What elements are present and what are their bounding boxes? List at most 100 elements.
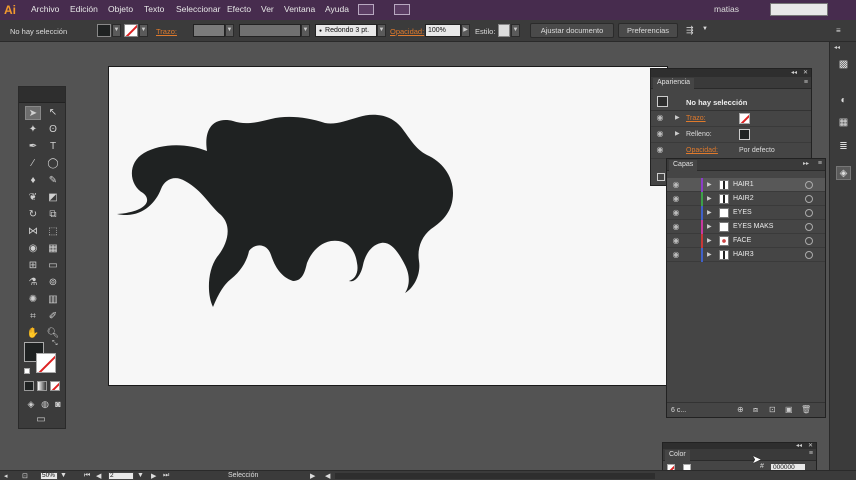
status-left-icon[interactable]: ◂ — [4, 472, 8, 480]
visibility-eye-icon[interactable]: ◉ — [671, 195, 681, 203]
prev-artboard-icon[interactable]: ◀ — [96, 472, 101, 480]
draw-inside-icon[interactable]: ◙ — [50, 397, 66, 411]
selection-tool-icon[interactable]: ➤ — [25, 106, 41, 120]
opacity-arrow[interactable]: ▶ — [461, 24, 470, 37]
ellipse-tool-icon[interactable]: ◯ — [45, 157, 61, 171]
zoom-field[interactable]: 50% — [40, 472, 58, 480]
visibility-eye-icon[interactable]: ◉ — [671, 237, 681, 245]
expand-triangle-icon[interactable]: ▶ — [707, 251, 712, 258]
layers-dock-icon[interactable]: ◈ — [836, 166, 851, 180]
transparency-icon[interactable]: ◐ — [836, 94, 851, 108]
artboard-tool-icon[interactable]: ⌗ — [25, 310, 41, 324]
artboard-nav-icon[interactable]: ⊡ — [22, 472, 28, 480]
slice-tool-icon[interactable]: ✐ — [45, 310, 61, 324]
graphic-style-swatch[interactable] — [498, 24, 510, 37]
expand-triangle-icon[interactable]: ▶ — [707, 237, 712, 244]
visibility-eye-icon[interactable]: ◉ — [655, 146, 665, 154]
bridge-icon[interactable] — [358, 4, 374, 15]
search-input[interactable] — [770, 3, 828, 16]
layer-row[interactable]: ◉ ▶ HAIR1 — [667, 178, 825, 192]
gradient-mode-icon[interactable] — [37, 381, 47, 391]
stroke-color-swatch[interactable] — [124, 24, 138, 37]
hand-tool-icon[interactable]: ✋ — [25, 327, 41, 341]
first-artboard-icon[interactable]: ⏮ — [84, 472, 90, 480]
swatches-icon[interactable]: ▦ — [836, 116, 851, 130]
stroke-dropdown-arrow[interactable]: ▼ — [139, 24, 148, 37]
lasso-tool-icon[interactable]: ʘ — [45, 123, 61, 137]
eyedropper-tool-icon[interactable]: ⚗ — [25, 276, 41, 290]
next-artboard-icon[interactable]: ▶ — [151, 472, 156, 480]
profile-arrow[interactable]: ▼ — [301, 24, 310, 37]
visibility-eye-icon[interactable]: ◉ — [671, 223, 681, 231]
align-icon[interactable]: ≣ — [836, 140, 851, 154]
layer-row[interactable]: ◉ ▶ EYES MAKS — [667, 220, 825, 234]
color-mode-icon[interactable] — [24, 381, 34, 391]
expand-triangle-icon[interactable]: ▶ — [707, 209, 712, 216]
menu-archivo[interactable]: Archivo — [31, 4, 59, 14]
width-tool-icon[interactable]: ⋈ — [25, 225, 41, 239]
symbol-sprayer-tool-icon[interactable]: ✺ — [25, 293, 41, 307]
swap-colors-icon[interactable]: ⤡ — [52, 340, 58, 348]
hair-shape[interactable] — [117, 114, 453, 307]
screen-mode-icon[interactable]: ▭ — [33, 413, 49, 427]
blob-brush-tool-icon[interactable]: ❦ — [25, 191, 41, 205]
line-tool-icon[interactable]: ∕ — [25, 157, 41, 171]
target-circle-icon[interactable] — [805, 181, 813, 189]
layer-row[interactable]: ◉ ▶ HAIR2 — [667, 192, 825, 206]
expand-triangle-icon[interactable]: ▶ — [707, 195, 712, 202]
visibility-eye-icon[interactable]: ◉ — [671, 181, 681, 189]
stroke-none-swatch[interactable] — [739, 113, 750, 124]
horizontal-scrollbar[interactable] — [335, 473, 655, 479]
tab-layers[interactable]: Capas — [669, 160, 698, 171]
artboard-dropdown-arrow[interactable]: ▼ — [137, 472, 144, 479]
expand-triangle-icon[interactable]: ▶ — [675, 114, 680, 121]
color-guide-icon[interactable]: ▩ — [836, 58, 851, 72]
artboard[interactable] — [108, 66, 668, 386]
delete-layer-icon[interactable]: 🗑︎ — [801, 405, 811, 414]
default-colors-icon[interactable] — [24, 368, 30, 374]
menu-ver[interactable]: Ver — [261, 4, 274, 14]
zoom-dropdown-arrow[interactable]: ▼ — [60, 472, 67, 479]
visibility-eye-icon[interactable]: ◉ — [655, 130, 665, 138]
color-menu-icon[interactable]: ≡ — [809, 450, 813, 457]
scroll-left-arrow[interactable]: ◀ — [325, 472, 330, 480]
locate-object-icon[interactable]: ⊕ — [737, 405, 744, 414]
expand-triangle-icon[interactable]: ▶ — [707, 181, 712, 188]
layer-row[interactable]: ◉ ▶ EYES — [667, 206, 825, 220]
layer-name[interactable]: EYES MAKS — [733, 223, 773, 230]
document-setup-button[interactable]: Ajustar documento — [530, 23, 614, 38]
free-transform-tool-icon[interactable]: ⬚ — [45, 225, 61, 239]
target-circle-icon[interactable] — [805, 195, 813, 203]
menu-texto[interactable]: Texto — [144, 4, 164, 14]
arrange-icon[interactable]: ⇶ — [686, 25, 694, 36]
menu-objeto[interactable]: Objeto — [108, 4, 133, 14]
expand-panel-icon[interactable]: ▸▸ — [803, 160, 809, 167]
magic-wand-tool-icon[interactable]: ✦ — [25, 123, 41, 137]
make-clipping-mask-icon[interactable]: ⧈ — [753, 405, 758, 415]
layers-menu-icon[interactable]: ≡ — [818, 160, 822, 167]
menu-seleccionar[interactable]: Seleccionar — [176, 4, 220, 14]
layer-name[interactable]: HAIR3 — [733, 251, 754, 258]
eraser-tool-icon[interactable]: ◩ — [45, 191, 61, 205]
stroke-label[interactable]: Trazo: — [156, 27, 177, 36]
control-bar-menu-icon[interactable]: ≡ — [836, 26, 841, 35]
none-mode-icon[interactable] — [50, 381, 60, 391]
layer-row[interactable]: ◉ ▶ HAIR3 — [667, 248, 825, 262]
menu-ventana[interactable]: Ventana — [284, 4, 315, 14]
last-artboard-icon[interactable]: ⏭ — [163, 472, 169, 480]
panel-menu-icon[interactable]: ≡ — [804, 79, 808, 86]
collapse-panel-icon[interactable]: ◂◂ — [791, 69, 797, 76]
arrange-documents-icon[interactable] — [394, 4, 410, 15]
visibility-eye-icon[interactable]: ◉ — [671, 251, 681, 259]
new-sublayer-icon[interactable]: ⊡ — [769, 405, 776, 414]
status-menu-arrow[interactable]: ▶ — [310, 472, 315, 480]
type-tool-icon[interactable]: T — [45, 140, 61, 154]
opacity-label[interactable]: Opacidad: — [390, 27, 424, 36]
stroke-weight-field[interactable] — [193, 24, 225, 37]
target-circle-icon[interactable] — [805, 209, 813, 217]
appearance-fill-row[interactable]: ◉ ▶ Relleno: — [651, 127, 811, 143]
tab-appearance[interactable]: Apariencia — [653, 78, 695, 89]
menu-efecto[interactable]: Efecto — [227, 4, 251, 14]
shape-builder-tool-icon[interactable]: ◉ — [25, 242, 41, 256]
target-circle-icon[interactable] — [805, 251, 813, 259]
